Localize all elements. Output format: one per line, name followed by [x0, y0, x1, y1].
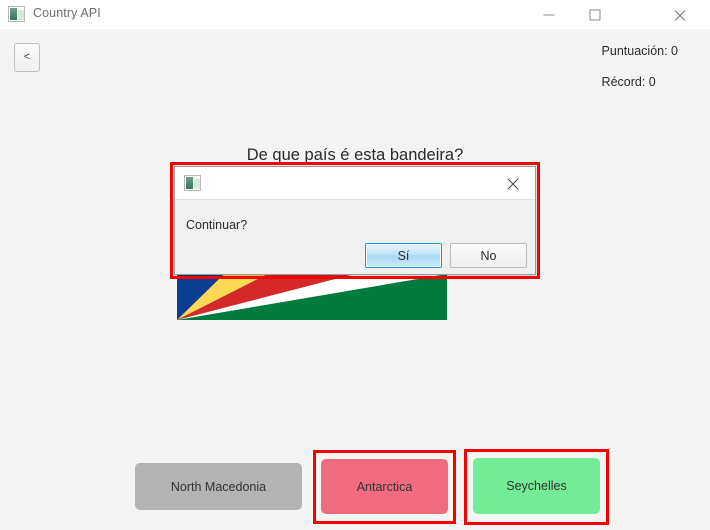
answer-option-north-macedonia[interactable]: North Macedonia	[135, 463, 302, 510]
window-title: Country API	[33, 6, 101, 20]
score-record: Récord: 0	[601, 75, 656, 89]
application-window: Country API < Puntuación: 0 Récord: 0 De…	[0, 0, 710, 530]
dialog-image-icon	[184, 175, 201, 191]
minimize-button[interactable]	[526, 0, 572, 29]
close-icon	[673, 8, 687, 22]
close-icon	[506, 176, 521, 191]
app-image-icon	[8, 6, 25, 22]
dialog-message: Continuar?	[186, 218, 248, 232]
window-title-bar: Country API	[0, 0, 710, 30]
dialog-close-button[interactable]	[491, 167, 535, 199]
main-content: < Puntuación: 0 Récord: 0 De que país é …	[0, 29, 710, 530]
question-label: De que país é esta bandeira?	[246, 146, 464, 164]
maximize-button[interactable]	[572, 0, 618, 29]
dialog-yes-button[interactable]: Sí	[365, 243, 442, 268]
score-panel: Puntuación: 0 Récord: 0	[602, 44, 678, 89]
maximize-icon	[589, 9, 601, 20]
dialog-no-button[interactable]: No	[450, 243, 527, 268]
score-points: Puntuación: 0	[601, 44, 678, 58]
dialog-title-bar	[175, 167, 535, 200]
close-button[interactable]	[650, 0, 710, 29]
minimize-icon	[543, 14, 555, 15]
back-button[interactable]: <	[14, 43, 40, 72]
answer-option-seychelles[interactable]: Seychelles	[473, 458, 600, 514]
confirm-dialog: Continuar? Sí No	[174, 166, 536, 275]
answer-option-antarctica[interactable]: Antarctica	[321, 459, 448, 514]
